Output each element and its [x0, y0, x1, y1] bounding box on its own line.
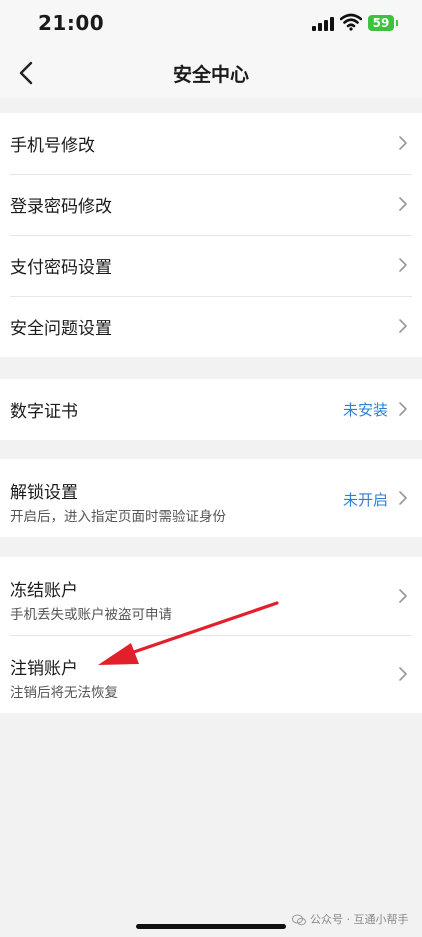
menu-item-payment-password[interactable]: 支付密码设置	[0, 235, 422, 296]
watermark: 公众号 · 互通小帮手	[292, 911, 409, 927]
menu-item-unlock-settings[interactable]: 解锁设置 开启后，进入指定页面时需验证身份 未开启	[0, 459, 422, 537]
wifi-icon	[340, 13, 362, 31]
page-title: 安全中心	[172, 64, 249, 86]
account-management-group: 冻结账户 手机丢失或账户被盗可申请 注销账户 注销后将无法恢复	[0, 557, 422, 713]
chevron-right-icon	[399, 491, 407, 505]
menu-item-subtitle: 注销后将无法恢复	[10, 685, 118, 701]
nav-bar: 安全中心	[0, 48, 422, 98]
menu-item-label: 冻结账户	[10, 581, 78, 601]
account-security-group: 手机号修改 登录密码修改 支付密码设置 安全问题设置	[0, 113, 422, 357]
menu-item-subtitle: 手机丢失或账户被盗可申请	[10, 607, 172, 623]
menu-item-label: 解锁设置	[10, 483, 78, 503]
menu-item-label: 登录密码修改	[10, 197, 112, 217]
chevron-right-icon	[399, 589, 407, 603]
status-bar: 21:00 59	[0, 0, 422, 48]
home-indicator	[136, 924, 286, 929]
unlock-group: 解锁设置 开启后，进入指定页面时需验证身份 未开启	[0, 459, 422, 537]
menu-item-label: 支付密码设置	[10, 258, 112, 278]
menu-item-subtitle: 开启后，进入指定页面时需验证身份	[10, 509, 226, 525]
menu-item-digital-certificate[interactable]: 数字证书 未安装	[0, 379, 422, 440]
menu-item-close-account[interactable]: 注销账户 注销后将无法恢复	[0, 635, 422, 713]
watermark-text: 公众号 · 互通小帮手	[310, 913, 409, 926]
chevron-right-icon	[399, 667, 407, 681]
status-value: 未安装	[342, 401, 388, 419]
cellular-signal-icon	[312, 17, 334, 31]
battery-tip	[396, 20, 398, 26]
chevron-right-icon	[399, 402, 407, 416]
menu-item-label: 安全问题设置	[10, 319, 112, 339]
menu-item-label: 数字证书	[10, 402, 78, 422]
battery-indicator: 59	[368, 15, 394, 31]
menu-item-security-questions[interactable]: 安全问题设置	[0, 296, 422, 357]
wechat-icon	[292, 914, 306, 926]
status-time: 21:00	[38, 11, 105, 35]
certificate-group: 数字证书 未安装	[0, 379, 422, 440]
menu-item-freeze-account[interactable]: 冻结账户 手机丢失或账户被盗可申请	[0, 557, 422, 635]
chevron-right-icon	[399, 136, 407, 150]
chevron-right-icon	[399, 197, 407, 211]
menu-item-label: 手机号修改	[10, 136, 95, 156]
status-value: 未开启	[342, 491, 388, 509]
chevron-right-icon	[399, 258, 407, 272]
menu-item-label: 注销账户	[10, 659, 78, 679]
menu-item-change-phone[interactable]: 手机号修改	[0, 113, 422, 174]
menu-item-change-login-password[interactable]: 登录密码修改	[0, 174, 422, 235]
chevron-right-icon	[399, 319, 407, 333]
